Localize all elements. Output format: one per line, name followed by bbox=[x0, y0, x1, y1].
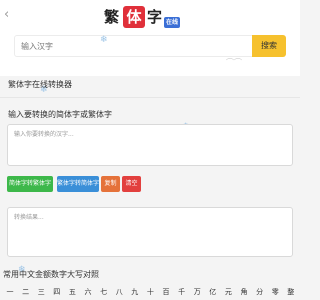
logo-char-3: 字 bbox=[147, 8, 163, 26]
numeral-cell: 九 bbox=[131, 288, 139, 296]
numeral-cell: 三 bbox=[37, 288, 45, 296]
logo-badge: 在线 bbox=[164, 17, 181, 28]
site-logo[interactable]: 繁 体 字 在线 bbox=[104, 6, 200, 30]
numeral-cell: 二 bbox=[22, 288, 30, 296]
mountain-decoration-icon: ⌒⌒ bbox=[226, 58, 242, 67]
clear-button[interactable]: 清空 bbox=[122, 176, 141, 192]
search-button[interactable]: 搜索 bbox=[252, 35, 286, 57]
numeral-cell: 元 bbox=[224, 288, 232, 296]
numerals-table-title: 常用中文金额数字大写对照 bbox=[3, 270, 99, 279]
page-title: 繁体字在线转换器 bbox=[8, 80, 72, 89]
search-input[interactable] bbox=[14, 35, 254, 57]
numeral-cell: 七 bbox=[100, 288, 108, 296]
numeral-cell: 十 bbox=[146, 288, 154, 296]
convert-to-traditional-button[interactable]: 简体字转繁体字 bbox=[7, 176, 53, 192]
numeral-cell: 万 bbox=[193, 288, 201, 296]
chevron-left-icon[interactable]: ‹ bbox=[4, 8, 16, 22]
copy-button[interactable]: 复制 bbox=[101, 176, 120, 192]
divider bbox=[0, 97, 300, 98]
result-output[interactable] bbox=[7, 207, 293, 257]
numeral-cell: 角 bbox=[240, 288, 248, 296]
numeral-cell: 六 bbox=[84, 288, 92, 296]
convert-to-simplified-button[interactable]: 繁体字转简体字 bbox=[57, 176, 99, 192]
numerals-row: 一二三四五六七八九十百千万亿元角分零整 bbox=[0, 286, 300, 298]
logo-char-2: 体 bbox=[123, 6, 145, 28]
numeral-cell: 四 bbox=[53, 288, 61, 296]
input-label: 输入要转换的简体字或繁体字 bbox=[8, 110, 112, 119]
numeral-cell: 亿 bbox=[209, 288, 217, 296]
numeral-cell: 一 bbox=[6, 288, 14, 296]
source-text-input[interactable] bbox=[7, 124, 293, 166]
numeral-cell: 八 bbox=[115, 288, 123, 296]
numeral-cell: 百 bbox=[162, 288, 170, 296]
numeral-cell: 零 bbox=[271, 288, 279, 296]
snowflake-icon: ❄ bbox=[100, 35, 108, 45]
numeral-cell: 五 bbox=[68, 288, 76, 296]
numeral-cell: 整 bbox=[287, 288, 295, 296]
top-bar: ‹ 繁 体 字 在线 搜索 ❄ ⌒⌒ bbox=[0, 0, 300, 76]
logo-char-1: 繁 bbox=[104, 8, 120, 26]
numeral-cell: 千 bbox=[178, 288, 186, 296]
numeral-cell: 分 bbox=[256, 288, 264, 296]
